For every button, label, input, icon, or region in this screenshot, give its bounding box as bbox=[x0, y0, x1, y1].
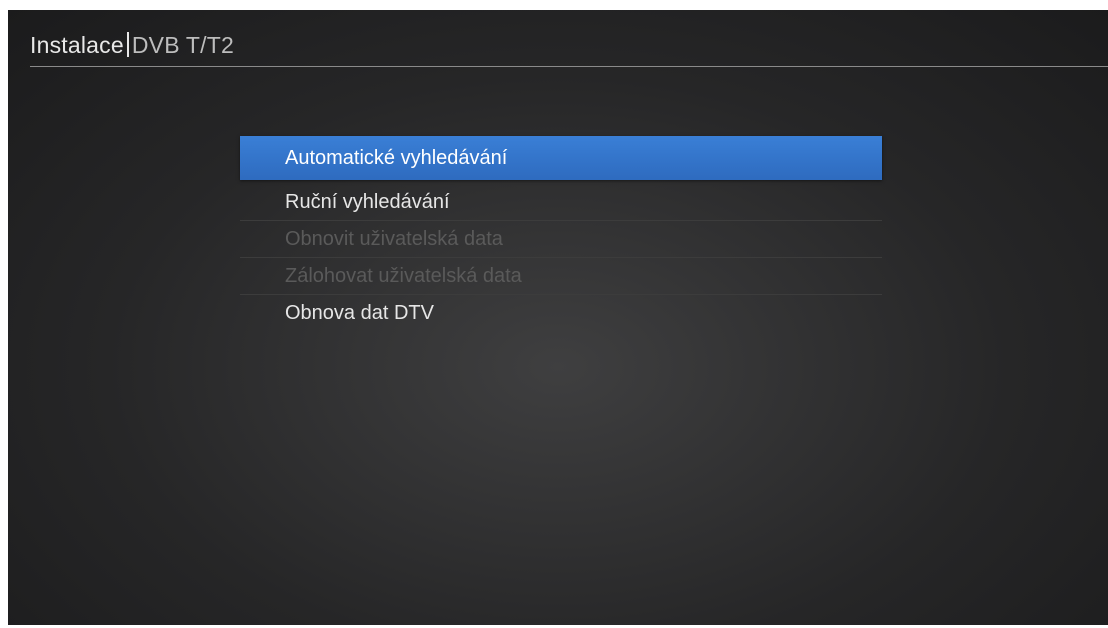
breadcrumb: Instalace DVB T/T2 bbox=[30, 31, 234, 59]
menu-item-backup-user-data: Zálohovat uživatelská data bbox=[240, 258, 882, 295]
tv-screen: Instalace DVB T/T2 Automatické vyhledáván… bbox=[8, 10, 1108, 625]
menu-item-restore-user-data: Obnovit uživatelská data bbox=[240, 221, 882, 258]
menu-item-label: Obnovit uživatelská data bbox=[285, 228, 503, 250]
menu-item-automatic-search[interactable]: Automatické vyhledávání bbox=[240, 136, 882, 180]
breadcrumb-separator bbox=[126, 32, 129, 57]
breadcrumb-section: Instalace bbox=[30, 32, 124, 58]
menu-item-dtv-data-recovery[interactable]: Obnova dat DTV bbox=[240, 295, 882, 332]
menu-item-manual-search[interactable]: Ruční vyhledávání bbox=[240, 184, 882, 221]
menu-item-label: Zálohovat uživatelská data bbox=[285, 265, 522, 287]
menu-item-label: Ruční vyhledávání bbox=[285, 191, 450, 213]
menu-item-label: Automatické vyhledávání bbox=[285, 147, 508, 169]
header: Instalace DVB T/T2 bbox=[8, 10, 1108, 67]
header-divider bbox=[30, 66, 1108, 67]
installation-menu: Automatické vyhledávání Ruční vyhledáván… bbox=[240, 136, 882, 332]
menu-item-label: Obnova dat DTV bbox=[285, 302, 434, 324]
breadcrumb-subsection: DVB T/T2 bbox=[131, 32, 235, 58]
